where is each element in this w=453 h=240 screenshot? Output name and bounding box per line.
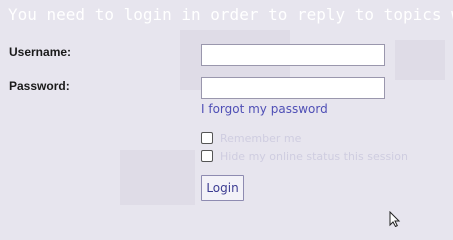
- background-decoration: [120, 150, 195, 205]
- password-label: Password:: [9, 79, 70, 93]
- hide-online-status-checkbox[interactable]: [201, 150, 213, 162]
- login-button[interactable]: Login: [201, 175, 244, 201]
- hide-online-status-label: Hide my online status this session: [220, 149, 408, 163]
- remember-me-row[interactable]: Remember me: [201, 131, 301, 145]
- remember-me-label: Remember me: [220, 131, 302, 145]
- mouse-pointer-icon: [389, 211, 401, 227]
- remember-me-checkbox[interactable]: [201, 132, 213, 144]
- username-label: Username:: [9, 45, 72, 59]
- forgot-password-link[interactable]: I forgot my password: [201, 102, 328, 116]
- login-required-banner: You need to login in order to reply to t…: [8, 5, 453, 24]
- hide-online-status-row[interactable]: Hide my online status this session: [201, 149, 408, 163]
- background-decoration: [395, 40, 445, 80]
- username-input[interactable]: [201, 44, 385, 66]
- password-input[interactable]: [201, 77, 385, 99]
